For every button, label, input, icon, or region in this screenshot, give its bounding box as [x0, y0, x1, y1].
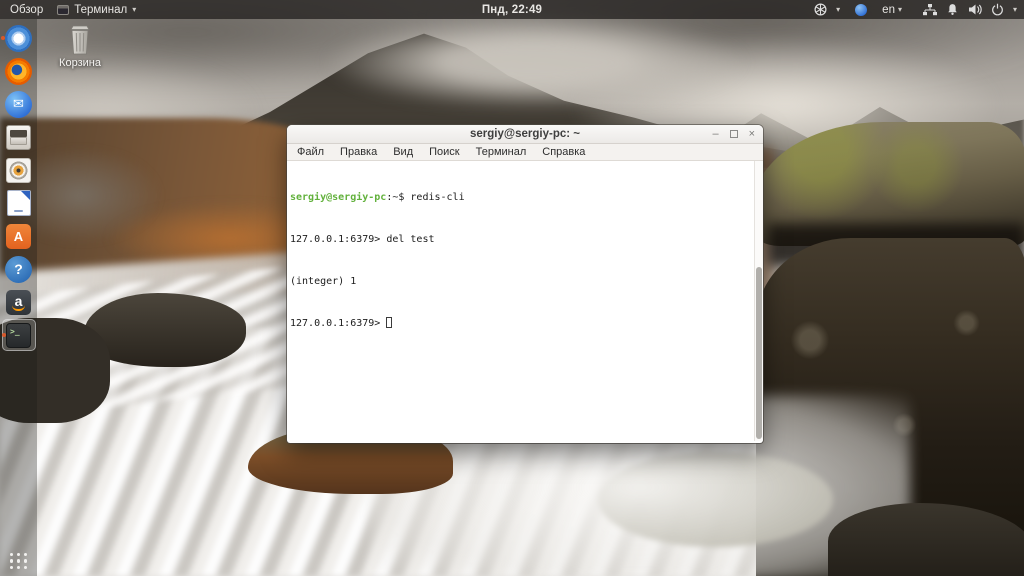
- terminal-line: 127.0.0.1:6379>: [290, 317, 751, 331]
- terminal-window: sergiy@sergiy-pc: ~ – × Файл Правка Вид …: [287, 125, 763, 443]
- wheel-indicator-icon[interactable]: [814, 3, 827, 16]
- page-fold: [21, 191, 30, 200]
- show-apps-grid-icon[interactable]: [10, 553, 28, 570]
- redis-prompt: 127.0.0.1:6379>: [290, 318, 386, 329]
- help-icon: ?: [5, 256, 32, 283]
- menu-edit[interactable]: Правка: [332, 145, 385, 159]
- dock-item-media-player[interactable]: [2, 156, 35, 184]
- wallpaper-rock: [598, 452, 833, 547]
- menu-file[interactable]: Файл: [289, 145, 332, 159]
- keyboard-layout-label: en: [882, 4, 895, 16]
- trash-desktop-icon[interactable]: Корзина: [48, 22, 112, 69]
- dock-item-amazon[interactable]: a: [2, 288, 35, 316]
- menu-view[interactable]: Вид: [385, 145, 421, 159]
- dock-item-firefox[interactable]: [2, 57, 35, 85]
- running-indicator-dot: [2, 333, 6, 337]
- desktop-screen: Обзор Терминал ▾ Пнд, 22:49 ▾ en ▾: [0, 0, 1024, 576]
- files-drawer-slot: [10, 130, 27, 137]
- activities-button[interactable]: Обзор: [10, 4, 43, 16]
- chevron-down-icon: ▾: [898, 6, 902, 14]
- minimize-button[interactable]: –: [712, 128, 718, 140]
- trash-icon: [63, 22, 97, 56]
- clock-button[interactable]: Пнд, 22:49: [482, 0, 542, 19]
- terminal-scrollbar[interactable]: [754, 161, 763, 441]
- amazon-smile: [12, 305, 25, 311]
- close-button[interactable]: ×: [749, 128, 755, 140]
- speaker-circle: [7, 159, 30, 182]
- terminal-line: sergiy@sergiy-pc:~$ redis-cli: [290, 191, 751, 205]
- terminal-icon: >_: [6, 323, 31, 348]
- wallpaper-rock: [828, 503, 1024, 576]
- dock-item-terminal[interactable]: >_: [2, 319, 36, 351]
- mail-icon: ✉: [5, 91, 32, 118]
- power-icon[interactable]: [991, 3, 1004, 16]
- dock-item-files[interactable]: [2, 123, 35, 151]
- trash-label: Корзина: [48, 57, 112, 69]
- prompt-user-host: sergiy@sergiy-pc: [290, 192, 386, 203]
- chevron-down-icon: ▾: [1013, 6, 1017, 14]
- dock-item-help[interactable]: ?: [2, 255, 35, 283]
- terminal-content[interactable]: sergiy@sergiy-pc:~$ redis-cli 127.0.0.1:…: [287, 161, 763, 441]
- chromium-icon: [5, 25, 32, 52]
- wallpaper-boulder: [768, 224, 1024, 266]
- firefox-icon: [5, 58, 32, 85]
- terminal-menubar: Файл Правка Вид Поиск Терминал Справка: [287, 144, 763, 161]
- terminal-line: (integer) 1: [290, 275, 751, 289]
- chevron-down-icon: ▾: [836, 6, 840, 14]
- wallpaper-boulder: [756, 238, 1024, 576]
- bell-icon[interactable]: [946, 3, 959, 16]
- chevron-down-icon: ▾: [132, 6, 136, 14]
- window-titlebar[interactable]: sergiy@sergiy-pc: ~ – ×: [287, 125, 763, 144]
- dock: ✉ A ?: [0, 19, 37, 576]
- media-player-icon: [6, 158, 31, 183]
- blue-app-icon[interactable]: [855, 4, 867, 16]
- wallpaper-water: [0, 265, 315, 419]
- volume-icon[interactable]: [968, 3, 982, 16]
- menu-terminal[interactable]: Терминал: [468, 145, 535, 159]
- top-panel: Обзор Терминал ▾ Пнд, 22:49 ▾ en ▾: [0, 0, 1024, 19]
- keyboard-layout-button[interactable]: en ▾: [882, 4, 902, 16]
- menu-search[interactable]: Поиск: [421, 145, 467, 159]
- scrollbar-thumb[interactable]: [756, 267, 762, 439]
- amazon-icon: a: [6, 290, 31, 315]
- window-title: sergiy@sergiy-pc: ~: [287, 128, 763, 140]
- software-icon: A: [6, 224, 31, 249]
- files-drawer-front: [10, 137, 27, 145]
- wallpaper-cloud: [0, 55, 260, 175]
- dock-item-mail[interactable]: ✉: [2, 90, 35, 118]
- terminal-mini-icon: [57, 5, 69, 15]
- menu-help[interactable]: Справка: [534, 145, 593, 159]
- wallpaper-boulder: [752, 122, 1024, 246]
- dock-item-chromium[interactable]: [2, 24, 35, 52]
- wallpaper-rock: [84, 293, 246, 367]
- prompt-rest: :~$ redis-cli: [386, 192, 464, 203]
- terminal-line: 127.0.0.1:6379> del test: [290, 233, 751, 247]
- network-icon[interactable]: [923, 4, 937, 16]
- files-icon: [6, 125, 31, 150]
- dock-item-software[interactable]: A: [2, 222, 35, 250]
- app-menu-button[interactable]: Терминал ▾: [57, 4, 136, 16]
- maximize-button[interactable]: [730, 130, 738, 138]
- dock-item-writer[interactable]: [2, 189, 35, 217]
- terminal-cursor: [386, 317, 392, 328]
- writer-icon: [7, 190, 31, 216]
- wallpaper-haze: [320, 15, 750, 110]
- app-menu-label: Терминал: [74, 4, 127, 16]
